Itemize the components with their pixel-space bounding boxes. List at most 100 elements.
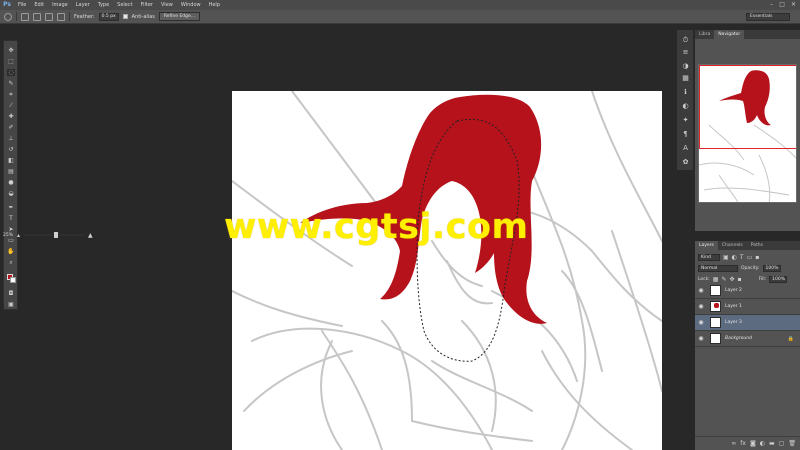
layer-row-background[interactable]: ◉ Background 🔒 xyxy=(695,331,800,347)
swatches-panel-icon[interactable]: ▦ xyxy=(681,74,690,83)
navigator-thumbnail[interactable] xyxy=(698,64,797,203)
blur-tool-icon[interactable]: ● xyxy=(7,179,15,186)
tab-channels[interactable]: Channels xyxy=(718,241,747,250)
maximize-button[interactable]: □ xyxy=(779,0,785,10)
history-panel-icon[interactable]: ⏱ xyxy=(681,36,690,45)
menu-window[interactable]: Window xyxy=(177,0,205,10)
hand-tool-icon[interactable]: ✋ xyxy=(7,248,15,255)
zoom-slider[interactable] xyxy=(24,232,85,238)
minimize-button[interactable]: – xyxy=(770,0,773,10)
paragraph-panel-icon[interactable]: ¶ xyxy=(681,130,690,139)
fill-label: Fill: xyxy=(758,276,767,282)
navigator-view-box[interactable] xyxy=(699,65,796,149)
clone-stamp-tool-icon[interactable]: ⊥ xyxy=(7,135,15,142)
menu-file[interactable]: File xyxy=(14,0,30,10)
add-selection-icon[interactable] xyxy=(33,12,41,21)
history-brush-tool-icon[interactable]: ↺ xyxy=(7,146,15,153)
menu-image[interactable]: Image xyxy=(48,0,72,10)
lasso-preset-icon[interactable] xyxy=(4,12,12,21)
lock-image-icon[interactable]: ✎ xyxy=(721,276,726,283)
window-controls: – □ ✕ xyxy=(770,0,796,10)
zoom-tool-icon[interactable]: ⌕ xyxy=(7,259,15,266)
lock-transparent-icon[interactable]: ▦ xyxy=(713,276,719,283)
layer-thumbnail xyxy=(710,285,721,296)
menu-layer[interactable]: Layer xyxy=(72,0,94,10)
menu-view[interactable]: View xyxy=(157,0,177,10)
quick-select-tool-icon[interactable]: ✎ xyxy=(7,80,15,87)
opacity-input[interactable]: 100% xyxy=(762,264,781,272)
antialias-checkbox[interactable] xyxy=(122,14,128,19)
lock-all-icon[interactable]: ▪ xyxy=(738,276,742,283)
zoom-out-icon[interactable]: ▴ xyxy=(17,232,20,239)
tab-libraries[interactable]: Libra xyxy=(695,30,714,39)
screen-mode-icon[interactable]: ▣ xyxy=(7,301,15,308)
fill-input[interactable]: 100% xyxy=(769,275,788,283)
filter-smart-object-icon[interactable]: ▪ xyxy=(755,254,759,261)
menu-select[interactable]: Select xyxy=(113,0,136,10)
layer-row-layer-2[interactable]: ◉ Layer 2 xyxy=(695,283,800,299)
visibility-eye-icon[interactable]: ◉ xyxy=(695,335,707,342)
brushes-panel-icon[interactable]: ✿ xyxy=(681,158,690,167)
blend-mode-select[interactable]: Normal xyxy=(698,264,738,272)
background-color-swatch[interactable] xyxy=(10,277,16,283)
visibility-eye-icon[interactable]: ◉ xyxy=(695,287,707,294)
quick-mask-icon[interactable]: ◘ xyxy=(7,290,15,297)
refine-edge-button[interactable]: Refine Edge... xyxy=(158,12,201,21)
visibility-eye-icon[interactable]: ◉ xyxy=(695,319,707,326)
layer-row-layer-1[interactable]: ◉ Layer 1 xyxy=(695,299,800,315)
move-tool-icon[interactable]: ✥ xyxy=(7,47,15,54)
properties-panel-icon[interactable]: ≡ xyxy=(681,48,690,57)
character-panel-icon[interactable]: A xyxy=(681,144,690,153)
lasso-tool-icon[interactable]: ◌ xyxy=(7,69,15,76)
gradient-tool-icon[interactable]: ▤ xyxy=(7,168,15,175)
close-button[interactable]: ✕ xyxy=(791,0,796,10)
zoom-slider-handle[interactable] xyxy=(54,232,59,238)
eraser-tool-icon[interactable]: ◧ xyxy=(7,157,15,164)
filter-type-icon[interactable]: T xyxy=(740,254,744,261)
styles-panel-icon[interactable]: ✦ xyxy=(681,116,690,125)
menu-type[interactable]: Type xyxy=(94,0,113,10)
layer-row-layer-3[interactable]: ◉ Layer 3 xyxy=(695,315,800,331)
layer-mask-icon[interactable]: ◙ xyxy=(750,440,756,447)
brush-tool-icon[interactable]: ✐ xyxy=(7,124,15,131)
adjustments-panel-icon[interactable]: ◐ xyxy=(681,102,690,111)
layer-kind-select[interactable]: Kind xyxy=(698,253,720,261)
intersect-selection-icon[interactable] xyxy=(57,12,65,21)
link-layers-icon[interactable]: ∞ xyxy=(731,440,736,447)
pen-tool-icon[interactable]: ✒ xyxy=(7,204,15,211)
document-canvas[interactable] xyxy=(232,91,662,450)
info-panel-icon[interactable]: ℹ xyxy=(681,88,690,97)
blend-row: Normal Opacity: 100% xyxy=(698,264,781,272)
adjustment-layer-icon[interactable]: ◐ xyxy=(760,440,765,447)
group-icon[interactable]: ▬ xyxy=(769,440,775,447)
new-layer-icon[interactable]: ▢ xyxy=(779,440,785,447)
subtract-selection-icon[interactable] xyxy=(45,12,53,21)
delete-layer-icon[interactable]: 🗑 xyxy=(788,440,796,447)
tab-paths[interactable]: Paths xyxy=(747,241,767,250)
filter-shape-icon[interactable]: ▭ xyxy=(747,254,753,261)
tab-layers[interactable]: Layers xyxy=(695,241,718,250)
layer-thumbnail xyxy=(710,333,721,344)
visibility-eye-icon[interactable]: ◉ xyxy=(695,303,707,310)
type-tool-icon[interactable]: T xyxy=(7,215,15,222)
dodge-tool-icon[interactable]: ◒ xyxy=(7,190,15,197)
marquee-tool-icon[interactable]: ⬚ xyxy=(7,58,15,65)
zoom-in-icon[interactable]: ▲ xyxy=(88,232,93,239)
new-selection-icon[interactable] xyxy=(21,12,29,21)
healing-brush-tool-icon[interactable]: ✚ xyxy=(7,113,15,120)
filter-adjustment-icon[interactable]: ◐ xyxy=(732,254,737,261)
lock-position-icon[interactable]: ✥ xyxy=(729,276,734,283)
tab-navigator[interactable]: Navigator xyxy=(714,30,745,39)
menu-help[interactable]: Help xyxy=(205,0,224,10)
crop-tool-icon[interactable]: ⌗ xyxy=(7,91,15,98)
feather-input[interactable]: 0.5 px xyxy=(98,12,119,21)
menu-filter[interactable]: Filter xyxy=(137,0,157,10)
layer-style-icon[interactable]: fx xyxy=(740,440,746,447)
workspace-select[interactable]: Essentials xyxy=(746,13,790,21)
menu-edit[interactable]: Edit xyxy=(30,0,48,10)
filter-pixel-icon[interactable]: ▣ xyxy=(723,254,729,261)
color-panel-icon[interactable]: ◑ xyxy=(681,62,690,71)
eyedropper-tool-icon[interactable]: ⁄ xyxy=(7,102,15,109)
zoom-level[interactable]: 25% xyxy=(3,233,13,238)
lock-label: Lock: xyxy=(698,276,710,282)
